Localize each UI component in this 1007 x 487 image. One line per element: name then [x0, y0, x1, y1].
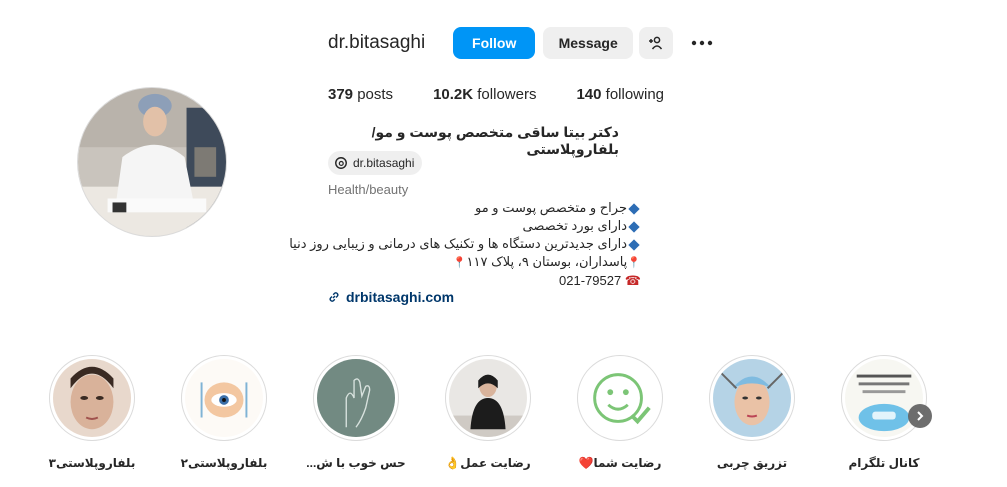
add-person-icon [649, 36, 663, 50]
hand-line-art-icon [317, 359, 395, 437]
link-icon [329, 292, 339, 302]
telegram-flyer-icon [845, 359, 923, 437]
chevron-right-icon [917, 411, 924, 421]
category-label: Health/beauty [328, 182, 409, 197]
threads-icon [335, 157, 347, 169]
bio-line: 📍پاسداران، بوستان ۹، پلاک ۱۱۷📍 [452, 254, 641, 269]
pin-icon: 📍 [452, 257, 467, 269]
diamond-icon [628, 220, 640, 233]
diamond-icon [628, 202, 640, 215]
face-treatment-icon [713, 359, 791, 437]
bio: جراح و متخصص پوست و مو دارای بورد تخصصی … [289, 199, 641, 290]
story-highlights: بلفاروپلاستی۳ بلفاروپلاستی۲ حس خوب با ش.… [0, 355, 1007, 485]
suggested-accounts-button[interactable] [639, 27, 674, 59]
highlight-label: کانال تلگرام [848, 456, 920, 470]
more-dots-icon [691, 40, 713, 46]
highlight-item[interactable]: حس خوب با ش... [301, 355, 411, 470]
patient-photo-icon [449, 359, 527, 437]
posts-stat: 379 posts [328, 86, 393, 103]
threads-handle: dr.bitasaghi [353, 156, 415, 170]
profile-avatar[interactable] [77, 87, 227, 237]
highlight-label: رضایت شما❤️ [578, 456, 662, 470]
highlight-label: بلفاروپلاستی۳ [48, 456, 136, 470]
highlight-item[interactable]: رضایت شما❤️ [565, 355, 675, 470]
more-options-button[interactable] [689, 27, 715, 59]
highlight-item[interactable]: تزریق چربی [697, 355, 807, 470]
smiley-check-icon [581, 359, 659, 437]
diamond-icon [628, 238, 640, 251]
highlights-next-button[interactable] [908, 404, 932, 428]
face-photo-icon [53, 359, 131, 437]
posts-count: 379 [328, 86, 354, 103]
highlight-item[interactable]: بلفاروپلاستی۲ [169, 355, 279, 470]
username: dr.bitasaghi [328, 32, 426, 53]
following-stat[interactable]: 140 following [576, 86, 664, 103]
profile-stats: 379 posts 10.2K followers 140 following [328, 86, 704, 103]
website-link[interactable]: drbitasaghi.com [328, 289, 454, 305]
followers-label: followers [477, 86, 537, 103]
bio-line: 021-79527 ☎ [559, 273, 641, 288]
threads-badge[interactable]: dr.bitasaghi [328, 151, 423, 175]
highlight-label: تزریق چربی [716, 456, 788, 470]
website-url: drbitasaghi.com [346, 289, 455, 305]
highlight-item[interactable]: رضایت عمل👌 [433, 355, 543, 470]
eye-illustration-icon [185, 359, 263, 437]
follow-button[interactable]: Follow [453, 27, 536, 59]
posts-label: posts [357, 86, 394, 103]
message-button[interactable]: Message [543, 27, 634, 59]
following-count: 140 [576, 86, 602, 103]
highlight-label: حس خوب با ش... [306, 456, 406, 470]
bio-line: دارای جدیدترین دستگاه ها و تکنیک های درم… [289, 235, 641, 253]
highlight-label: بلفاروپلاستی۲ [180, 456, 268, 470]
profile-header-row: dr.bitasaghi Follow Message [328, 27, 715, 59]
followers-stat[interactable]: 10.2K followers [433, 86, 536, 103]
highlight-label: رضایت عمل👌 [445, 456, 531, 470]
bio-line: دارای بورد تخصصی [328, 217, 641, 235]
followers-count: 10.2K [433, 86, 474, 103]
following-label: following [605, 86, 665, 103]
telephone-icon: ☎ [624, 273, 641, 288]
pin-icon: 📍 [627, 257, 641, 269]
bio-line: جراح و متخصص پوست و مو [328, 199, 641, 217]
highlight-item[interactable]: بلفاروپلاستی۳ [37, 355, 147, 470]
